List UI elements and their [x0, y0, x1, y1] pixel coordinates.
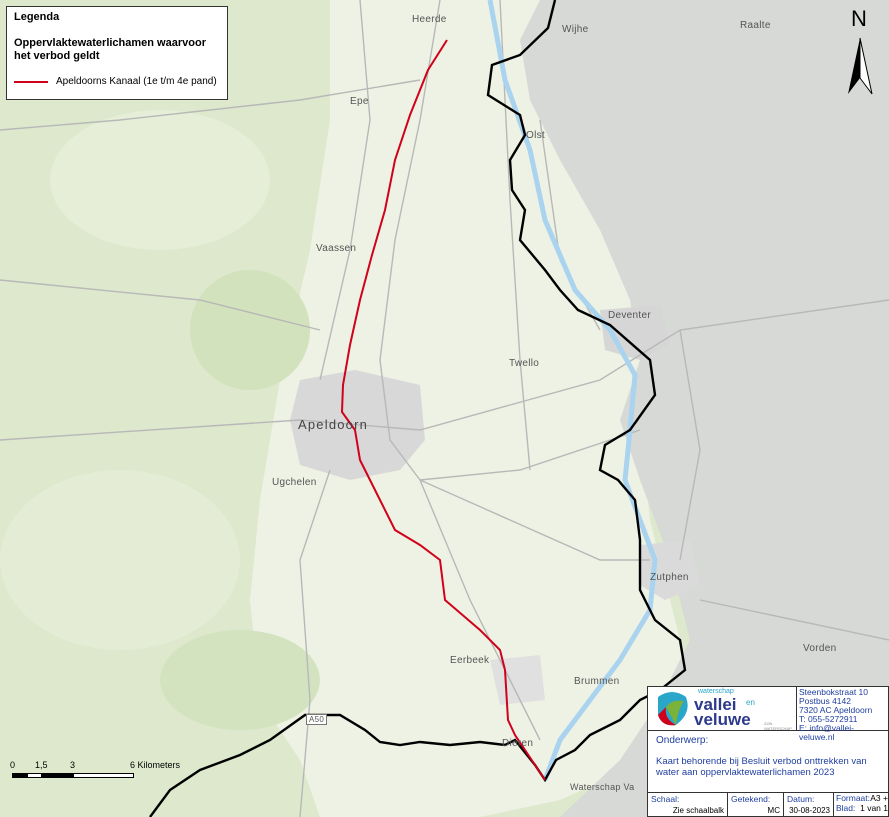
scale-segment: [73, 773, 134, 778]
legend-subtitle: Oppervlaktewaterlichamen waarvoor het ve…: [14, 37, 206, 62]
place-raalte: Raalte: [740, 20, 771, 31]
forest-patch: [160, 630, 320, 730]
north-arrow: N: [840, 6, 880, 96]
getekend-label: Getekend:: [731, 794, 771, 804]
forest-patch: [50, 110, 270, 250]
scale-bar: 0 1,5 3 6 Kilometers: [10, 760, 195, 792]
meta-row: Schaal: Zie schaalbalk Getekend: MC Datu…: [648, 793, 889, 817]
waterschap-logo: waterschap vallei en veluwe ZIJN WATERSC…: [648, 687, 797, 731]
place-zutphen: Zutphen: [650, 572, 689, 583]
place-dieren: Dieren: [502, 738, 534, 749]
logo-sub-text: veluwe: [694, 710, 751, 729]
canal-line-swatch-icon: [14, 80, 48, 83]
vallei-veluwe-logo-icon: [658, 692, 688, 726]
getekend-cell: Getekend: MC: [728, 793, 784, 817]
schaal-cell: Schaal: Zie schaalbalk: [648, 793, 728, 817]
title-block: waterschap vallei en veluwe ZIJN WATERSC…: [647, 686, 889, 817]
schaal-label: Schaal:: [651, 794, 680, 804]
logo-en-text: en: [746, 698, 755, 707]
formaat-label: Formaat:: [836, 793, 871, 803]
place-eerbeek: Eerbeek: [450, 655, 490, 666]
subject-section: Onderwerp: Kaart behorende bij Besluit v…: [648, 731, 889, 793]
blad-row: Blad: 1 van 1: [836, 803, 888, 813]
subject-text: Kaart behorende bij Besluit verbod onttr…: [656, 756, 867, 778]
place-brummen: Brummen: [574, 676, 620, 687]
datum-cell: Datum: 30-08-2023: [784, 793, 834, 817]
place-deventer: Deventer: [608, 310, 651, 321]
scale-tick-3: 6 Kilometers: [130, 760, 181, 770]
blad-label: Blad:: [836, 803, 856, 813]
schaal-value: Zie schaalbalk: [672, 806, 724, 815]
scale-segment: [42, 773, 73, 778]
datum-value: 30-08-2023: [789, 806, 830, 815]
logo-tag-text: ZIJN WATERSCHAP: [764, 721, 792, 731]
place-vaassen: Vaassen: [316, 243, 357, 254]
road-label-a50: A50: [306, 714, 328, 725]
place-heerde: Heerde: [412, 14, 447, 25]
scale-tick-2: 3: [70, 760, 76, 770]
scale-segment: [27, 773, 42, 778]
address-block: Steenbokstraat 10 Postbus 4142 7320 AC A…: [797, 687, 889, 742]
map-frame: Heerde Wijhe Raalte Epe Olst Vaassen Dev…: [0, 0, 889, 817]
datum-label: Datum:: [787, 794, 815, 804]
blad-value: 1 van 1: [860, 803, 888, 813]
getekend-value: MC: [767, 806, 780, 815]
place-vorden: Vorden: [803, 643, 837, 654]
legend-item: Apeldoorns Kanaal (1e t/m 4e pand): [14, 76, 220, 87]
subject-label: Onderwerp:: [656, 735, 709, 746]
place-apeldoorn: Apeldoorn: [298, 417, 369, 432]
scale-tick-1: 1,5: [35, 760, 48, 770]
forest-patch: [0, 470, 240, 650]
scale-segment: [12, 773, 27, 778]
place-epe: Epe: [350, 96, 369, 107]
place-olst: Olst: [526, 130, 545, 141]
formaat-blad-cell: Formaat: A3 + Blad: 1 van 1: [834, 793, 889, 817]
north-arrow-icon: [848, 37, 873, 95]
logo-small-text: waterschap: [698, 688, 734, 695]
forest-patch: [190, 270, 310, 390]
place-twello: Twello: [509, 358, 540, 369]
map-legend: Legenda Oppervlaktewaterlichamen waarvoo…: [6, 6, 228, 100]
formaat-row: Formaat: A3 +: [836, 793, 888, 803]
legend-item-label: Apeldoorns Kanaal (1e t/m 4e pand): [56, 76, 217, 87]
place-waterschap: Waterschap Va: [570, 782, 635, 792]
scale-tick-0: 0: [10, 760, 16, 770]
formaat-value: A3 +: [870, 793, 888, 803]
legend-title: Legenda: [14, 11, 60, 23]
place-wijhe: Wijhe: [562, 24, 589, 35]
place-ugchelen: Ugchelen: [272, 477, 317, 488]
